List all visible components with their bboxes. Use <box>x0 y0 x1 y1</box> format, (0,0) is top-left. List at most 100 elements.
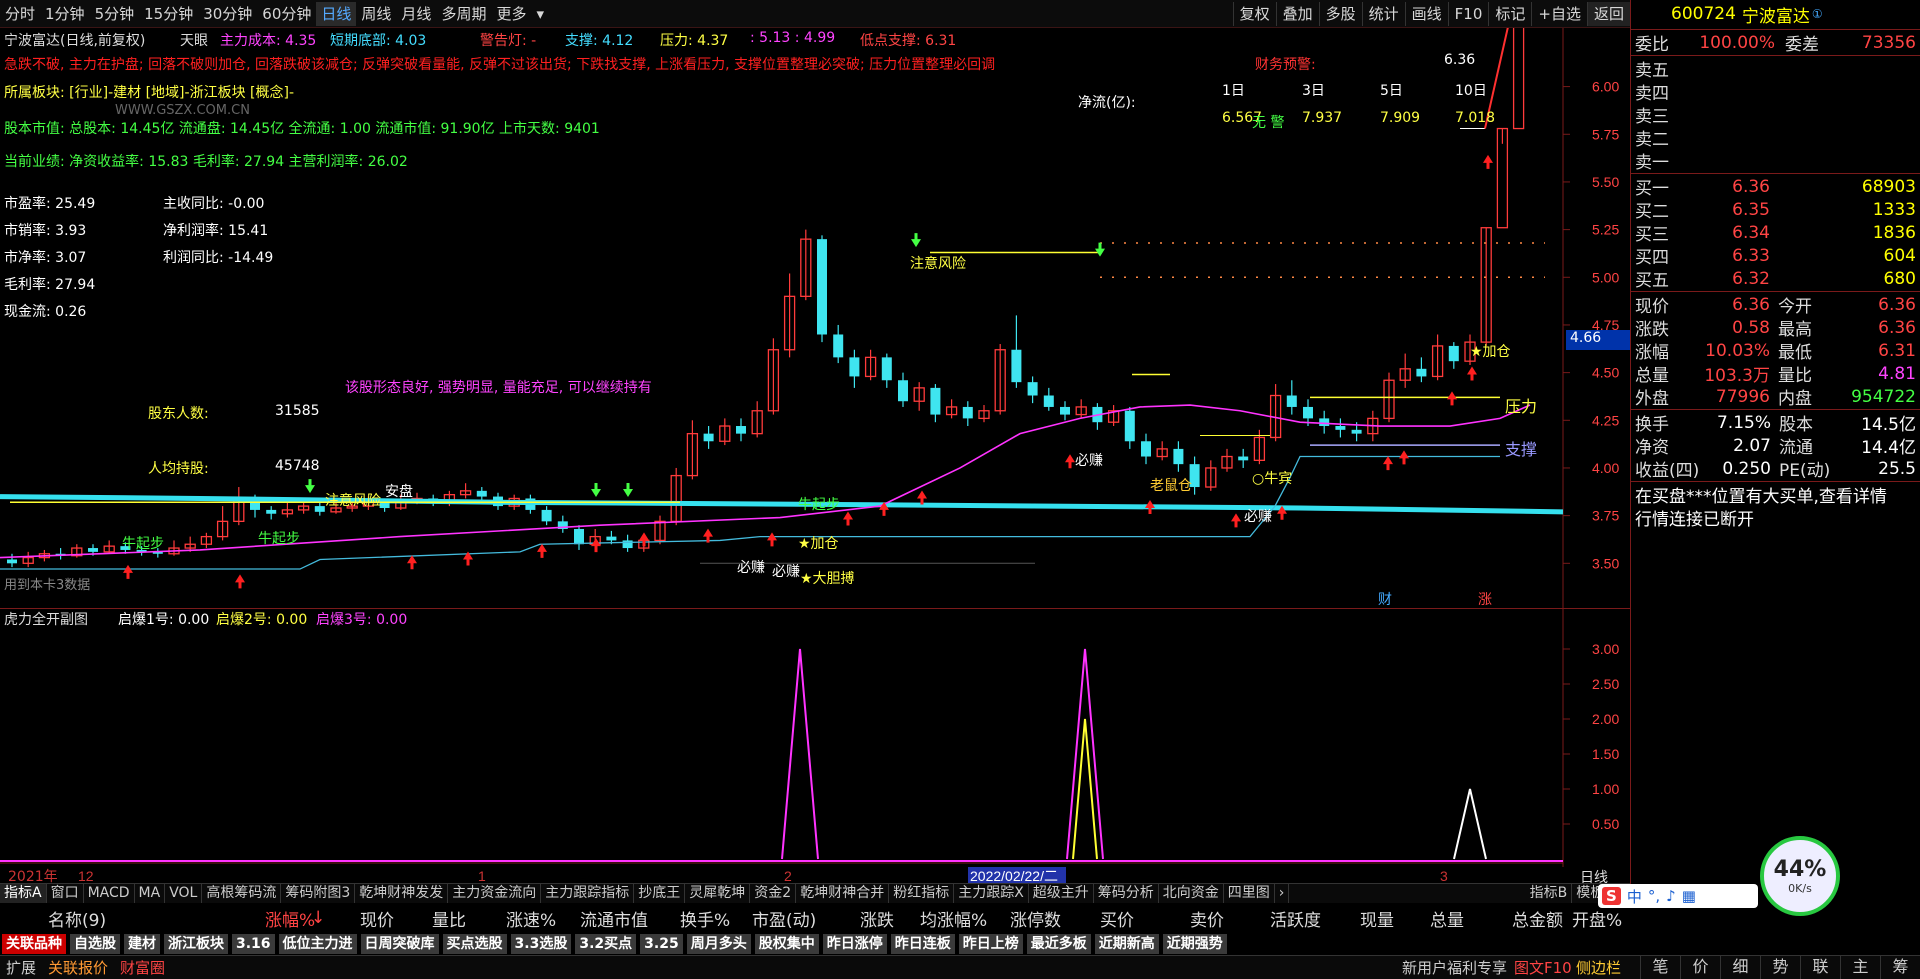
column-header-cell[interactable]: 量比 <box>432 906 466 931</box>
indicator-tab-right[interactable]: 指标B <box>1526 884 1573 903</box>
newuser-link[interactable]: 新用户福利专享 <box>1396 957 1513 978</box>
side-tab[interactable]: 势 <box>1760 955 1800 979</box>
mark-button[interactable]: 标记 <box>1488 2 1531 26</box>
restore-rights-button[interactable]: 复权 <box>1232 2 1276 26</box>
indicator-tab[interactable]: 筹码分析 <box>1094 884 1159 903</box>
period-weekly[interactable]: 周线 <box>356 2 396 26</box>
indicator-tab[interactable]: 高根筹码流 <box>202 884 282 903</box>
indicator-tab[interactable]: 四里图 <box>1224 884 1275 903</box>
sub-chart[interactable]: 3.00 2.50 2.00 1.50 1.00 0.50 12 1 2 3 2022/02/22/… <box>0 608 1630 886</box>
sidebar-button[interactable]: 侧边栏 <box>1570 957 1627 978</box>
wealth-circle-button[interactable]: 财富圈 <box>114 957 171 978</box>
period-5min[interactable]: 5分钟 <box>90 2 140 26</box>
column-header-cell[interactable]: 现量 <box>1360 906 1394 931</box>
period-60min[interactable]: 60分钟 <box>257 2 316 26</box>
indicator-tab[interactable]: VOL <box>165 884 203 903</box>
column-header-cell[interactable]: 涨跌 <box>860 906 894 931</box>
indicator-tab[interactable]: 乾坤财神发发 <box>355 884 449 903</box>
info-icon[interactable]: ① <box>1812 7 1823 21</box>
ime-toolbar[interactable]: S 中 °, ♪ ▦ <box>1598 884 1758 908</box>
group-tab[interactable]: 最近多板 <box>1026 934 1091 954</box>
group-tab[interactable]: 自选股 <box>70 934 120 954</box>
overlay-button[interactable]: 叠加 <box>1275 2 1319 26</box>
side-tab[interactable]: 主 <box>1840 955 1880 979</box>
speed-widget[interactable]: 44% 0K/s <box>1760 836 1840 916</box>
period-more[interactable]: 更多 <box>491 2 531 26</box>
group-tab[interactable]: 近期强势 <box>1162 934 1227 954</box>
kline-chart[interactable]: 6.00 5.75 5.50 5.25 5.00 4.75 4.50 4.25 4.00 3.75… <box>0 28 1630 608</box>
column-header-cell[interactable]: 涨停数 <box>1010 906 1061 931</box>
group-tab[interactable]: 3.16 <box>232 934 275 954</box>
indicator-tab[interactable]: 灵犀乾坤 <box>685 884 751 903</box>
column-header-cell[interactable]: 开盘% <box>1572 906 1622 931</box>
ime-lang[interactable]: 中 <box>1627 886 1642 907</box>
side-tab[interactable]: 价 <box>1680 955 1720 979</box>
side-tab[interactable]: 联 <box>1800 955 1840 979</box>
stats-button[interactable]: 统计 <box>1361 2 1405 26</box>
indicator-tab[interactable]: 北向资金 <box>1159 884 1224 903</box>
column-header-cell[interactable]: 涨幅% <box>265 906 315 931</box>
group-tab[interactable]: 日周突破库 <box>360 934 439 954</box>
column-header-cell[interactable]: 活跃度 <box>1270 906 1321 931</box>
group-tab[interactable]: 低位主力进 <box>278 934 357 954</box>
column-header-cell[interactable]: 换手% <box>680 906 730 931</box>
keyboard-icon[interactable]: ▦ <box>1682 887 1696 905</box>
multi-stock-button[interactable]: 多股 <box>1318 2 1362 26</box>
add-favorite-button[interactable]: +自选 <box>1531 2 1587 26</box>
period-1min[interactable]: 1分钟 <box>40 2 90 26</box>
punct-icon[interactable]: °, <box>1648 887 1660 905</box>
period-15min[interactable]: 15分钟 <box>139 2 198 26</box>
column-header-cell[interactable]: 总量 <box>1430 906 1464 931</box>
indicator-tab[interactable]: 指标A <box>0 884 47 903</box>
column-header-cell[interactable]: 卖价 <box>1190 906 1224 931</box>
back-button[interactable]: 返回 <box>1586 2 1630 26</box>
group-tab[interactable]: 近期新高 <box>1094 934 1159 954</box>
group-tab[interactable]: 股权集中 <box>754 934 819 954</box>
big-order-note[interactable]: 在买盘***位置有大买单,查看详情 <box>1631 483 1920 507</box>
period-fenshi[interactable]: 分时 <box>0 2 40 26</box>
group-tab[interactable]: 3.2买点 <box>575 934 637 954</box>
group-tab[interactable]: 3.3选股 <box>510 934 572 954</box>
group-tab[interactable]: 周月多头 <box>686 934 751 954</box>
period-30min[interactable]: 30分钟 <box>198 2 257 26</box>
column-header-cell[interactable]: 流通市值 <box>580 906 648 931</box>
mic-icon[interactable]: ♪ <box>1666 887 1676 905</box>
column-header-cell[interactable]: 买价 <box>1100 906 1134 931</box>
expand-button[interactable]: 扩展 <box>0 957 42 978</box>
draw-line-button[interactable]: 画线 <box>1404 2 1448 26</box>
period-daily[interactable]: 日线 <box>316 1 357 26</box>
column-header-cell[interactable]: 均涨幅% <box>920 906 987 931</box>
f10-button[interactable]: F10 <box>1447 2 1489 26</box>
period-multi[interactable]: 多周期 <box>436 2 491 26</box>
group-tab[interactable]: 昨日连板 <box>890 934 955 954</box>
column-header-cell[interactable]: 名称(9) <box>48 906 106 931</box>
indicator-tab[interactable]: 乾坤财神合并 <box>796 884 890 903</box>
group-tab[interactable]: 浙江板块 <box>164 934 228 954</box>
related-quote-button[interactable]: 关联报价 <box>42 957 114 978</box>
side-tab[interactable]: 筹 <box>1880 955 1920 979</box>
f10-text-button[interactable]: 图文F10 <box>1508 957 1578 978</box>
indicator-tab[interactable]: MACD <box>84 884 135 903</box>
column-header-cell[interactable]: 总金额 <box>1512 906 1563 931</box>
group-tab[interactable]: 3.25 <box>640 934 683 954</box>
indicator-tab[interactable]: 粉红指标 <box>889 884 955 903</box>
column-header-cell[interactable]: 现价 <box>360 906 394 931</box>
group-tab[interactable]: 昨日涨停 <box>822 934 887 954</box>
indicator-tab[interactable]: MA <box>135 884 166 903</box>
group-tab[interactable]: 买点选股 <box>442 934 507 954</box>
side-tab[interactable]: 细 <box>1720 955 1760 979</box>
indicator-tab[interactable]: 抄底王 <box>634 884 686 903</box>
group-tab[interactable]: 关联品种 <box>2 934 66 954</box>
group-tab[interactable]: 建材 <box>124 934 160 954</box>
period-monthly[interactable]: 月线 <box>396 2 436 26</box>
indicator-tab[interactable]: 资金2 <box>750 884 797 903</box>
sort-desc-icon[interactable]: ↓ <box>311 908 325 928</box>
side-tab[interactable]: 笔 <box>1640 955 1680 979</box>
chevron-down-icon[interactable]: ▾ <box>531 2 549 26</box>
indicator-tab[interactable]: 主力跟踪指标 <box>541 884 635 903</box>
column-header-cell[interactable]: 市盈(动) <box>752 906 816 931</box>
indicator-tab[interactable]: 窗口 <box>47 884 84 903</box>
tab-more-icon[interactable]: › <box>1275 884 1290 903</box>
indicator-tab[interactable]: 主力跟踪X <box>954 884 1029 903</box>
indicator-tab[interactable]: 主力资金流向 <box>448 884 542 903</box>
